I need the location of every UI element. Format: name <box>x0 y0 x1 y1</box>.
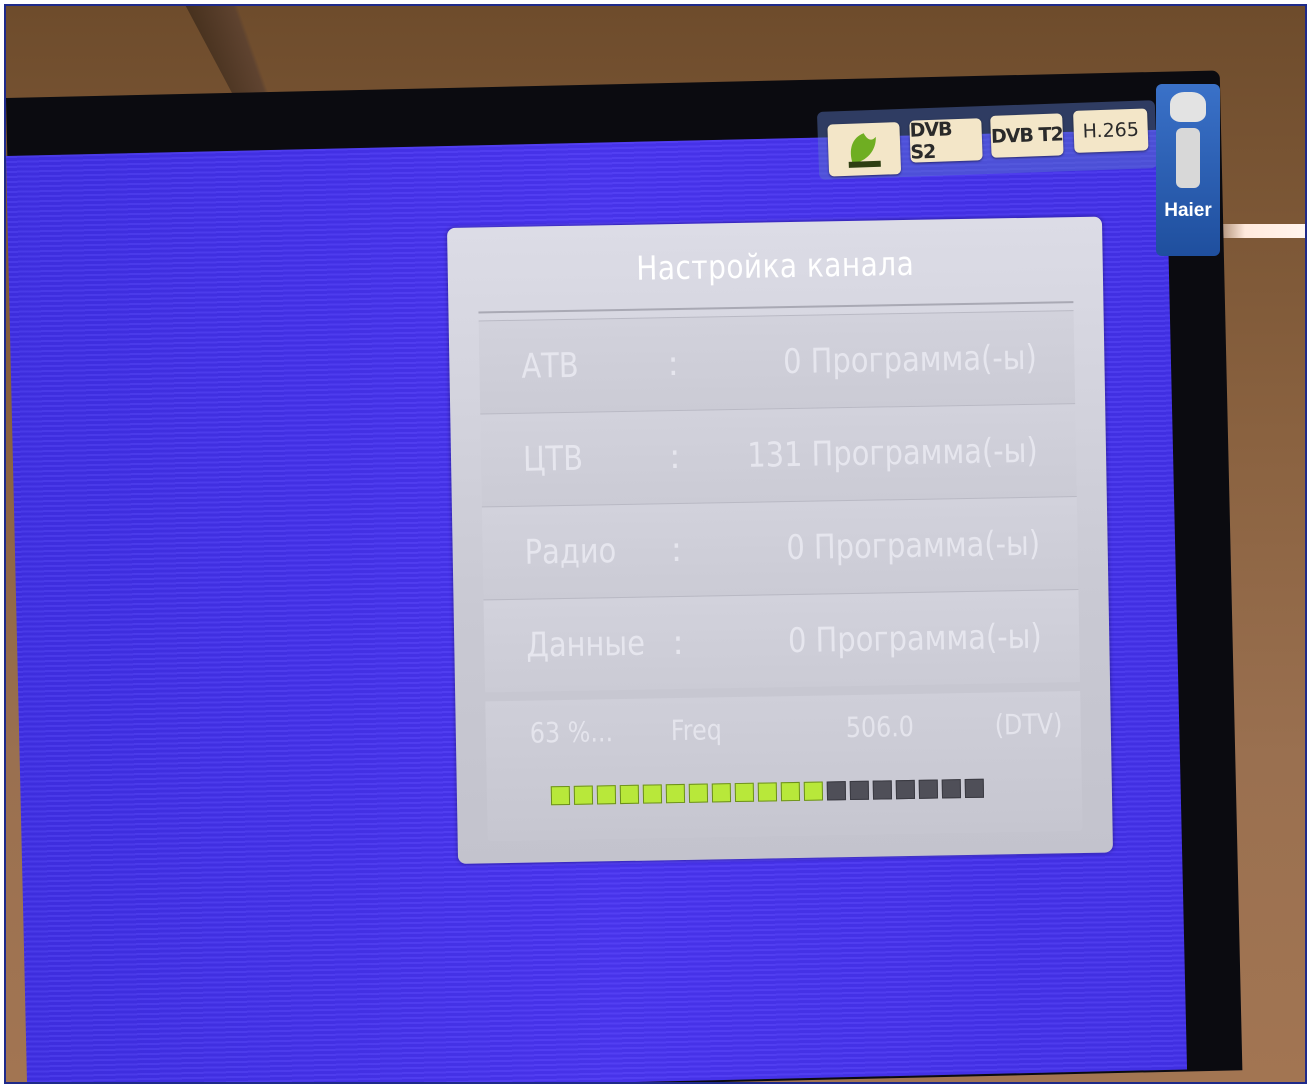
row-atv: АТВ : 0 Программа(-ы) <box>478 310 1076 414</box>
row-dtv: ЦТВ : 131 Программа(-ы) <box>480 403 1077 507</box>
dialog-title: Настройка канала <box>635 243 915 288</box>
h265-logo: H.265 <box>1073 108 1149 153</box>
robot-mascot-icon: Haier <box>1156 84 1220 256</box>
brand-logo: Haier <box>1164 200 1212 221</box>
freq-value: 506.0 <box>845 709 915 745</box>
progress-segment-empty <box>895 779 916 800</box>
progress-segment-filled <box>665 783 686 804</box>
row-label: ЦТВ <box>522 438 584 480</box>
dvb-s2-logo: DVB S2 <box>909 118 983 164</box>
progress-segment-filled <box>803 781 824 801</box>
eco-leaf-icon <box>827 122 902 177</box>
progress-segment-filled <box>711 783 732 803</box>
progress-segment-filled <box>734 782 755 803</box>
progress-segment-empty <box>918 779 939 799</box>
progress-segment-filled <box>780 781 801 802</box>
freq-label: Freq <box>670 713 723 748</box>
progress-segment-empty <box>826 781 847 801</box>
row-separator: : <box>668 436 681 478</box>
row-radio: Радио : 0 Программа(-ы) <box>481 496 1079 600</box>
scan-percent: 63 %... <box>529 715 614 750</box>
row-label: Данные <box>525 623 646 666</box>
channel-setup-dialog: Настройка канала АТВ : 0 Программа(-ы) Ц… <box>447 216 1113 864</box>
progress-segment-filled <box>757 782 778 802</box>
progress-segment-empty <box>849 780 870 801</box>
progress-segment-filled <box>596 785 617 805</box>
dvb-t2-logo: DVB T2 <box>990 113 1064 158</box>
feature-badges: DVB S2 DVB T2 H.265 <box>816 100 1158 180</box>
scan-status: 63 %... Freq 506.0 (DTV) <box>485 691 1083 842</box>
row-value: 0 Программа(-ы) <box>785 523 1040 569</box>
progress-segment-filled <box>619 784 640 805</box>
row-data: Данные : 0 Программа(-ы) <box>483 589 1081 693</box>
progress-segment-empty <box>941 779 962 799</box>
scan-progress-bar <box>550 778 985 806</box>
progress-segment-filled <box>573 785 594 805</box>
photo-frame: DVB S2 DVB T2 H.265 Haier Настройка кана… <box>4 4 1307 1084</box>
row-separator: : <box>667 343 680 385</box>
ceiling-beam <box>185 6 307 101</box>
robot-head <box>1170 92 1206 122</box>
progress-segment-filled <box>642 784 663 804</box>
robot-body <box>1176 128 1200 188</box>
row-value: 0 Программа(-ы) <box>782 337 1037 383</box>
row-label: АТВ <box>521 345 580 387</box>
row-separator: : <box>670 529 683 571</box>
row-value: 131 Программа(-ы) <box>747 430 1039 476</box>
scan-mode: (DTV) <box>994 707 1064 742</box>
row-separator: : <box>671 622 685 664</box>
progress-segment-filled <box>550 785 571 806</box>
progress-segment-filled <box>688 783 709 803</box>
progress-segment-empty <box>872 780 893 800</box>
progress-segment-empty <box>964 778 985 799</box>
row-value: 0 Программа(-ы) <box>787 616 1042 662</box>
row-label: Радио <box>524 531 617 573</box>
